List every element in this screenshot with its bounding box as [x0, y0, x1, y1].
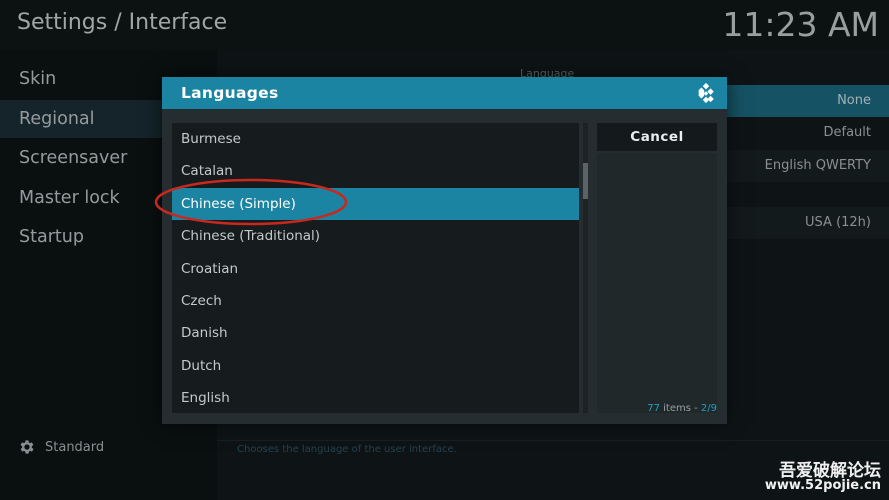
list-item-czech[interactable]: Czech — [172, 285, 579, 317]
items-total: 77 — [647, 403, 660, 414]
items-word: items — [663, 403, 691, 414]
list-item-burmese[interactable]: Burmese — [172, 123, 579, 155]
languages-dialog: Languages Burmese Catalan Chinese (Simpl… — [162, 77, 727, 424]
items-count: 77 items - 2/9 — [597, 403, 717, 414]
list-item-english[interactable]: English — [172, 382, 579, 413]
dialog-title: Languages — [181, 84, 279, 102]
watermark-url: www.52pojie.cn — [764, 478, 881, 493]
list-item-croatian[interactable]: Croatian — [172, 253, 579, 285]
items-page: 2/9 — [700, 403, 717, 414]
cancel-button[interactable]: Cancel — [597, 123, 717, 151]
list-item-dutch[interactable]: Dutch — [172, 350, 579, 382]
scrollbar-thumb[interactable] — [583, 163, 588, 199]
list-item-danish[interactable]: Danish — [172, 317, 579, 349]
items-separator: - — [690, 403, 701, 414]
language-list[interactable]: Burmese Catalan Chinese (Simple) Chinese… — [172, 123, 579, 413]
red-ellipse-annotation — [154, 178, 348, 226]
dialog-side-panel — [597, 153, 717, 413]
kodi-logo-icon — [698, 82, 714, 104]
